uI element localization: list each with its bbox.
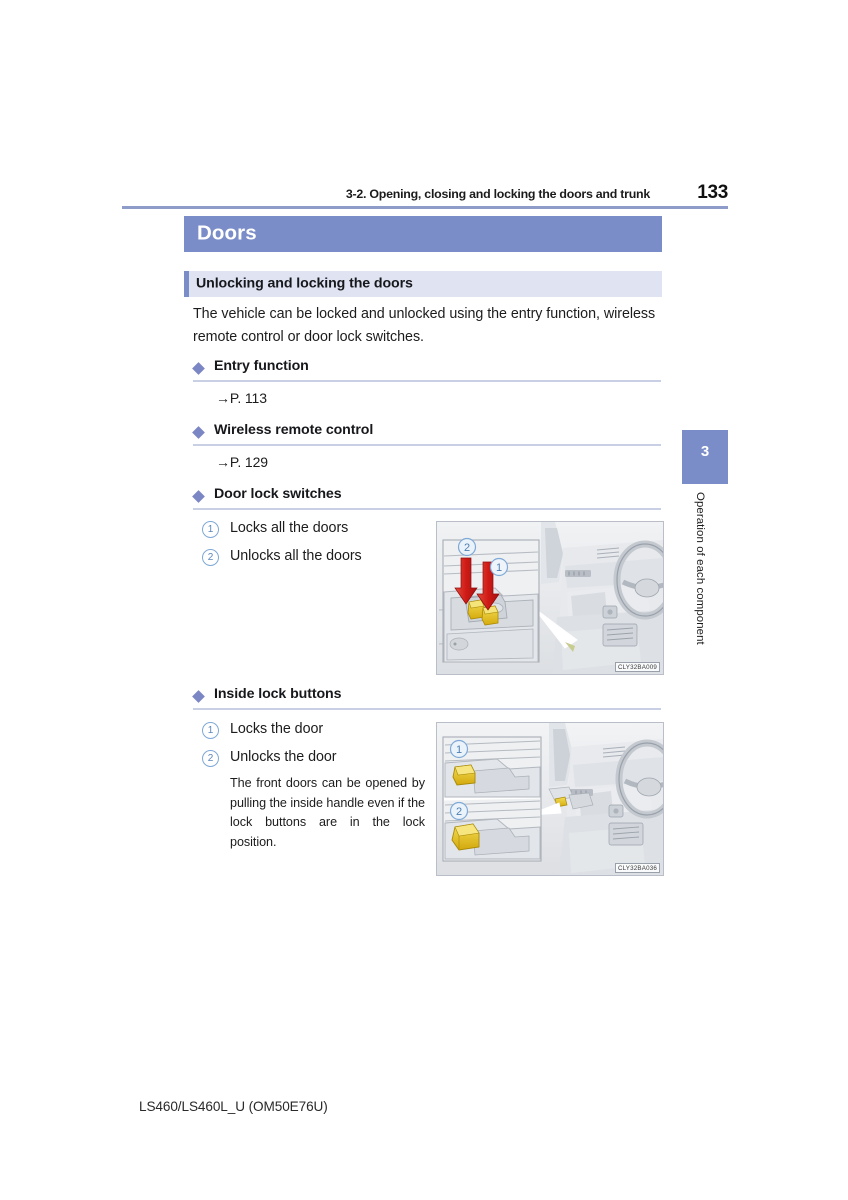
footer-text: LS460/LS460L_U (OM50E76U)	[139, 1099, 328, 1114]
inside-lock-buttons-note: The front doors can be opened by pulling…	[230, 776, 425, 849]
page-reference-wireless-remote-control[interactable]: →P. 129	[216, 454, 268, 470]
callout-number-circle: 2	[202, 750, 219, 767]
svg-text:1: 1	[496, 562, 502, 574]
diamond-bullet-icon	[192, 426, 205, 439]
svg-text:2: 2	[456, 806, 462, 818]
heading-wireless-remote-control: Wireless remote control	[192, 422, 661, 446]
manual-page: 3-2. Opening, closing and locking the do…	[0, 0, 848, 1200]
list-item: 1 Locks all the doors	[202, 518, 432, 546]
running-header: 3-2. Opening, closing and locking the do…	[122, 178, 728, 204]
figure-door-lock-switches: 2 1 CLY32BA009	[436, 521, 664, 675]
page-number: 133	[697, 182, 728, 203]
list-item: 1 Locks the door	[202, 719, 432, 747]
page-reference-entry-function[interactable]: →P. 113	[216, 390, 267, 406]
heading-rule	[193, 380, 661, 382]
callout-label: Unlocks the door	[230, 749, 337, 765]
list-item: 2 Unlocks all the doors	[202, 546, 432, 574]
section-title-bar: Doors	[184, 216, 662, 252]
heading-label: Wireless remote control	[214, 422, 374, 438]
callout-number-circle: 1	[202, 521, 219, 538]
svg-text:2: 2	[464, 542, 470, 554]
chapter-tab-label: Operation of each component	[694, 492, 706, 645]
callout-label: Locks all the doors	[230, 520, 349, 536]
header-rule	[122, 206, 728, 209]
callout-label: Locks the door	[230, 721, 324, 737]
running-header-title: 3-2. Opening, closing and locking the do…	[345, 187, 650, 201]
heading-label: Entry function	[214, 358, 309, 374]
figure-code: CLY32BA036	[614, 863, 660, 873]
list-item: 2 Unlocks the door	[202, 747, 432, 775]
door-lock-switch-illustration: 2 1	[437, 522, 663, 674]
heading-inside-lock-buttons: Inside lock buttons	[192, 686, 661, 710]
figure-inside-lock-buttons: 1 2 CLY32BA036	[436, 722, 664, 876]
callout-list-inside-lock-buttons: 1 Locks the door 2 Unlocks the door	[202, 719, 432, 775]
chapter-tab-number: 3	[700, 443, 710, 460]
heading-rule	[193, 708, 661, 710]
figure-code: CLY32BA009	[614, 662, 660, 672]
subsection-title: Unlocking and locking the doors	[196, 275, 413, 292]
section-title: Doors	[197, 221, 257, 245]
heading-rule	[193, 444, 661, 446]
diamond-bullet-icon	[192, 490, 205, 503]
heading-door-lock-switches: Door lock switches	[192, 486, 661, 510]
chapter-tab: 3	[682, 430, 728, 484]
svg-text:1: 1	[456, 744, 462, 756]
callout-number-circle: 1	[202, 722, 219, 739]
heading-label: Door lock switches	[214, 486, 342, 502]
heading-rule	[193, 508, 661, 510]
subsection-accent-bar	[184, 271, 189, 297]
inside-lock-button-illustration: 1 2	[437, 723, 663, 875]
heading-entry-function: Entry function	[192, 358, 661, 382]
diamond-bullet-icon	[192, 362, 205, 375]
callout-label: Unlocks all the doors	[230, 548, 362, 564]
heading-label: Inside lock buttons	[214, 686, 342, 702]
subsection-title-bar: Unlocking and locking the doors	[184, 271, 662, 297]
callout-list-door-lock-switches: 1 Locks all the doors 2 Unlocks all the …	[202, 518, 432, 574]
intro-paragraph: The vehicle can be locked and unlocked u…	[193, 306, 656, 345]
callout-number-circle: 2	[202, 549, 219, 566]
diamond-bullet-icon	[192, 690, 205, 703]
